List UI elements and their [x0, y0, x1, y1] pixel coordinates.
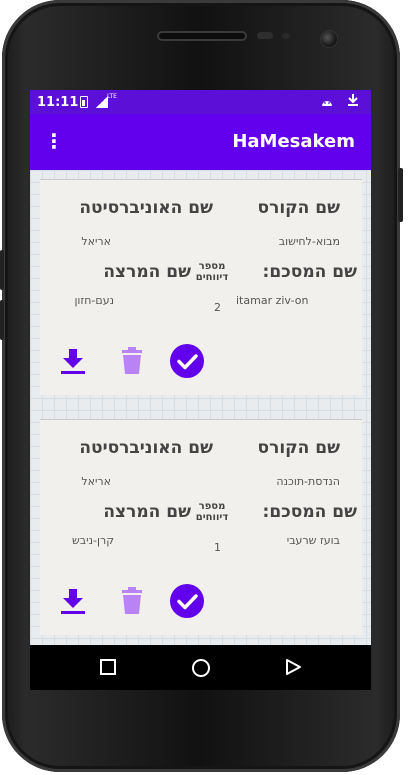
- app-title: HaMesakem: [232, 131, 355, 152]
- reports-label-line1: מספר: [198, 261, 226, 272]
- front-camera: [320, 30, 338, 48]
- reports-count: 1: [214, 541, 221, 554]
- proximity-sensor: [257, 32, 273, 39]
- download-icon[interactable]: [59, 587, 87, 619]
- summarizer-label: שם המסכם:: [262, 502, 357, 522]
- home-circle-icon[interactable]: [191, 658, 211, 682]
- summary-card: שם הקורס שם האוניברסיטה מבוא-לחישוב אריא…: [40, 179, 362, 395]
- summaries-list[interactable]: שם הקורס שם האוניברסיטה מבוא-לחישוב אריא…: [30, 170, 371, 690]
- summarizer-label: שם המסכם:: [262, 262, 357, 282]
- lte-label: LTE: [107, 93, 117, 100]
- earpiece-speaker: [157, 31, 247, 41]
- android-notification-icon: [321, 95, 333, 109]
- reports-label: מספר דיווחים: [193, 501, 231, 523]
- back-triangle-icon[interactable]: [284, 658, 302, 680]
- reports-count: 2: [214, 301, 221, 314]
- power-button: [398, 168, 403, 222]
- lecturer-label: שם המרצה: [103, 502, 191, 522]
- reports-label-line2: דיווחים: [195, 272, 229, 283]
- recents-square-icon[interactable]: [99, 658, 117, 680]
- summarizer-value: itamar ziv-on: [236, 294, 309, 307]
- lecturer-value: קרן-ניבש: [72, 534, 114, 547]
- lecturer-value: נעם-חזון: [74, 294, 114, 307]
- battery-icon: [80, 96, 88, 108]
- status-bar: 11:11 LTE: [30, 90, 371, 114]
- university-label: שם האוניברסיטה: [79, 198, 213, 218]
- volume-up-button: [0, 250, 4, 290]
- university-value: אריאל: [81, 235, 111, 248]
- course-value: הנדסת-תוכנה: [276, 475, 340, 488]
- check-circle-icon[interactable]: [170, 344, 204, 382]
- summary-card: שם הקורס שם האוניברסיטה הנדסת-תוכנה אריא…: [40, 419, 362, 635]
- reports-label: מספר דיווחים: [193, 261, 231, 283]
- course-value: מבוא-לחישוב: [278, 235, 340, 248]
- download-notification-icon: [347, 93, 359, 111]
- reports-label-line2: דיווחים: [195, 512, 229, 523]
- trash-icon[interactable]: [120, 587, 144, 619]
- course-label: שם הקורס: [257, 438, 340, 458]
- reports-label-line1: מספר: [198, 501, 226, 512]
- university-value: אריאל: [81, 475, 111, 488]
- trash-icon[interactable]: [120, 347, 144, 379]
- status-time: 11:11: [37, 95, 79, 110]
- navigation-bar: [30, 645, 371, 690]
- app-bar: ⋮ HaMesakem: [30, 114, 371, 170]
- course-label: שם הקורס: [257, 198, 340, 218]
- overflow-menu-icon[interactable]: ⋮: [44, 129, 64, 153]
- download-icon[interactable]: [59, 347, 87, 379]
- volume-down-button: [0, 300, 4, 340]
- check-circle-icon[interactable]: [170, 584, 204, 622]
- device-screen: 11:11 LTE ⋮ HaMesakem שם הקורס שם האוניב…: [30, 90, 371, 690]
- light-sensor: [282, 33, 290, 39]
- university-label: שם האוניברסיטה: [79, 438, 213, 458]
- summarizer-value: בועז שרעבי: [286, 534, 340, 547]
- lecturer-label: שם המרצה: [103, 262, 191, 282]
